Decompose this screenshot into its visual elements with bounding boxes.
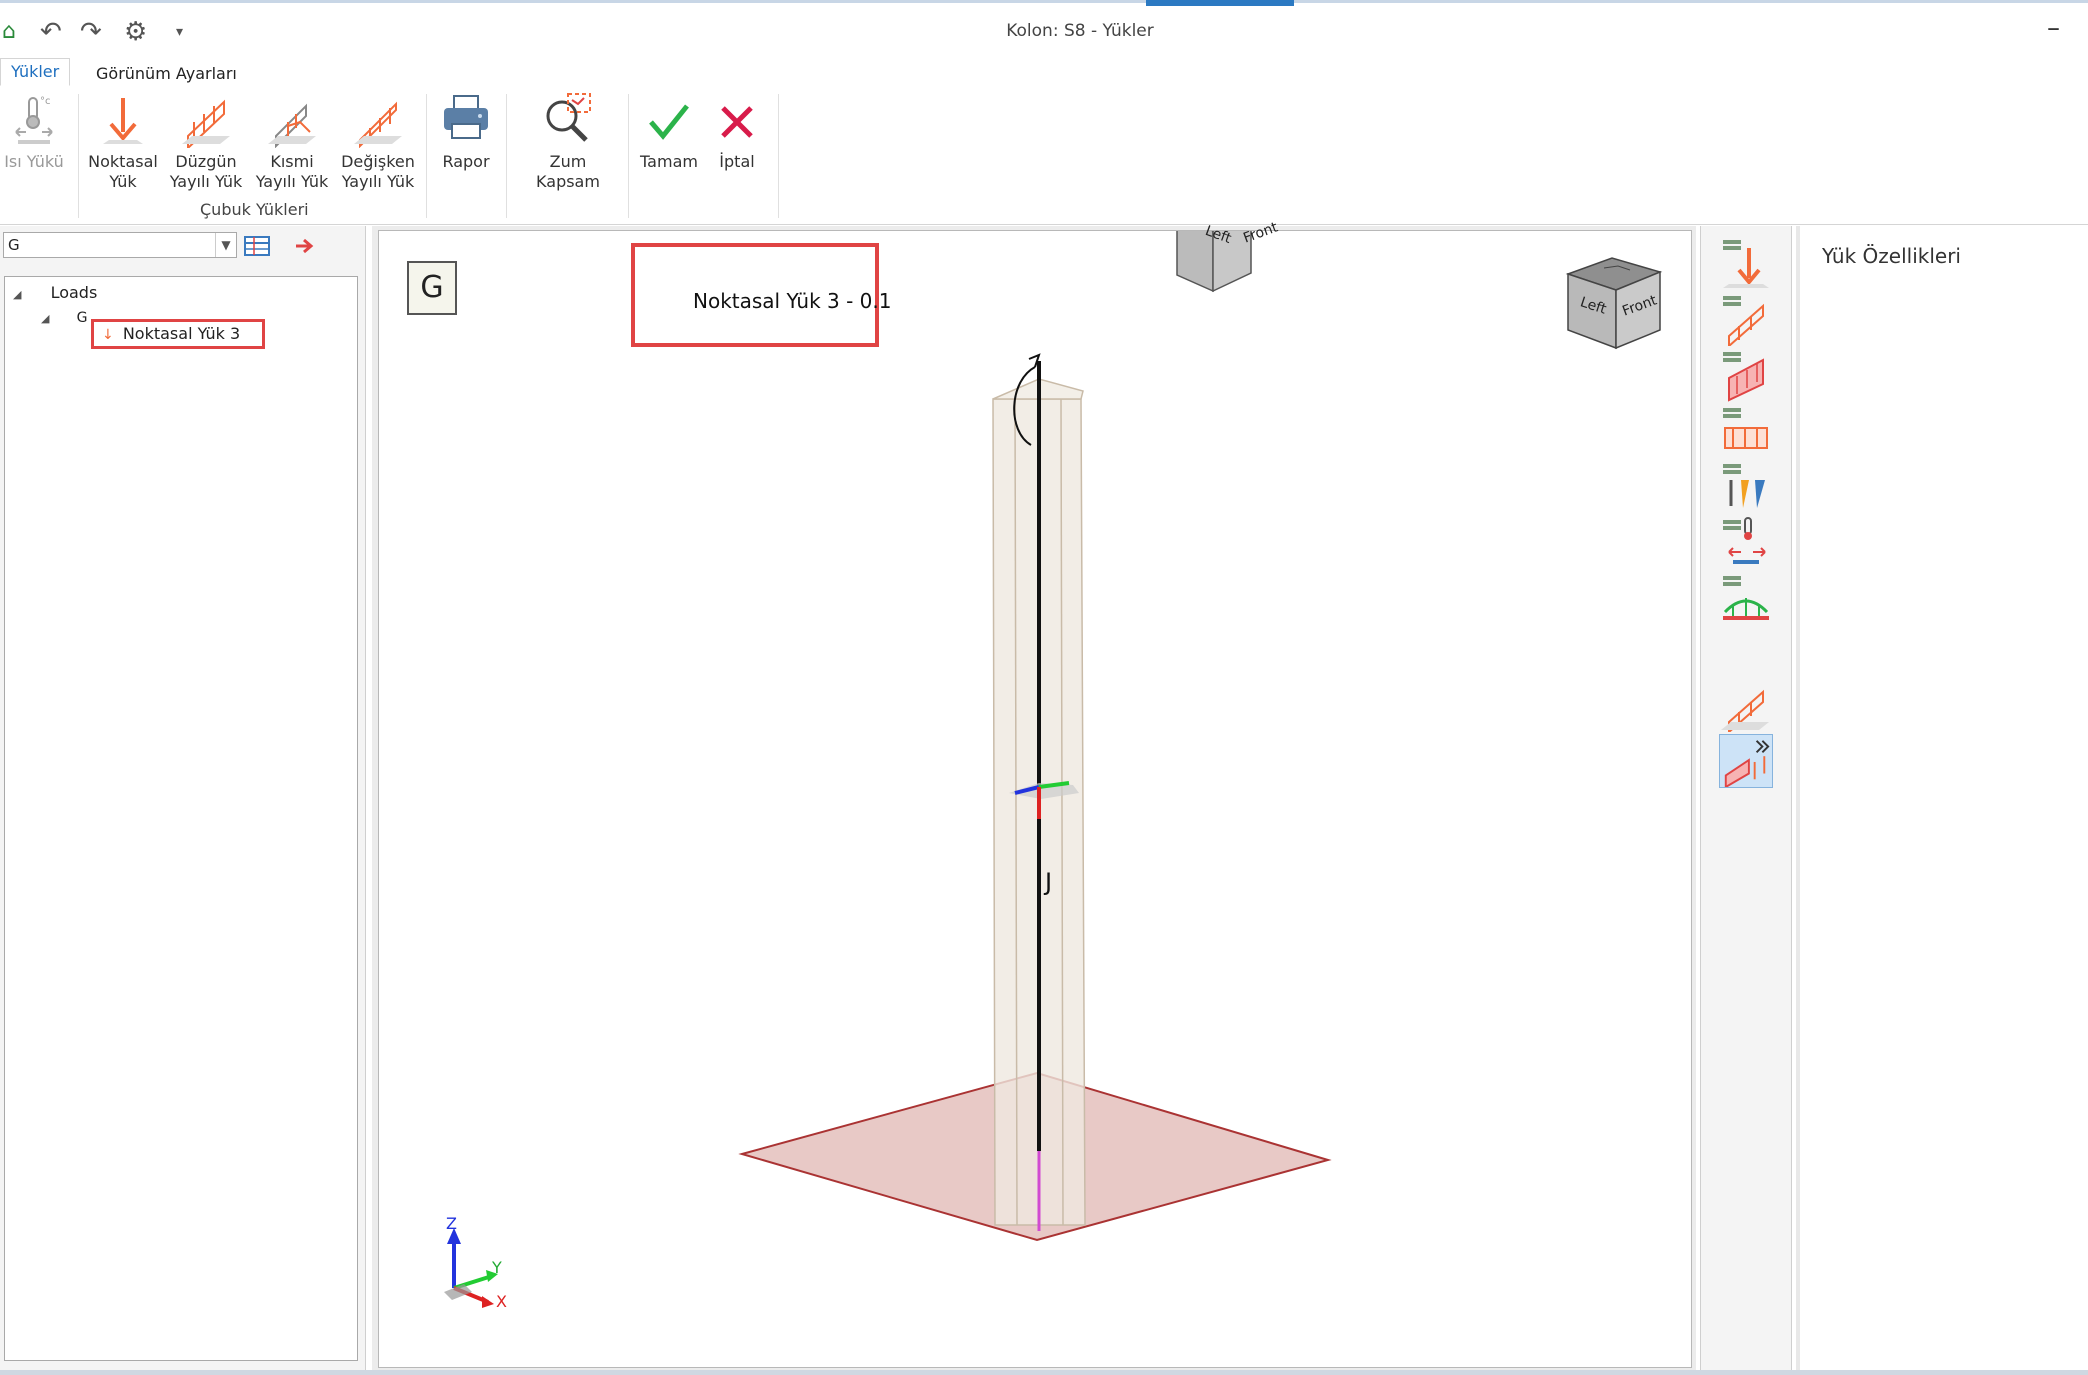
model-drawing (631, 231, 1332, 1242)
tree-node-group-g[interactable]: ◢ G (41, 307, 87, 326)
zoom-extents-label: Zum Kapsam (536, 152, 600, 191)
arrow-right-icon[interactable] (294, 236, 318, 256)
variable-load-button[interactable]: Değişken Yayılı Yük (340, 92, 416, 192)
partial-load-button[interactable]: Kısmi Yayılı Yük (254, 92, 330, 192)
uniform-load-tool-icon[interactable] (1719, 292, 1773, 346)
uniform-load-label-1: Düzgün (175, 152, 237, 171)
point-load-small-icon: ↓ (102, 327, 114, 343)
tree-expand-icon[interactable]: ◢ (41, 312, 49, 325)
partial-load-label-1: Kısmi (270, 152, 314, 171)
view-cube-faces[interactable]: Left Front (1203, 219, 1367, 331)
point-load-label-1: Noktasal (88, 152, 158, 171)
variable-distributed-load-icon (354, 101, 402, 148)
printer-icon (444, 95, 488, 139)
chevron-down-icon[interactable]: ▼ (215, 233, 236, 257)
thermometer-icon: °c (15, 96, 53, 144)
ribbon: °c Isı Yükü Noktasal Yük Düzgün Yayılı Y… (0, 88, 2088, 225)
ribbon-separator (628, 94, 629, 218)
frame-load-tool-icon[interactable] (1719, 404, 1773, 458)
3d-viewport[interactable]: G Noktasal Yük 3 - 0.1 J Left Front (378, 219, 1692, 1368)
heat-load-label: Isı Yükü (4, 152, 64, 171)
tab-view-settings[interactable]: Görünüm Ayarları (88, 62, 245, 85)
point-load-label-2: Yük (109, 172, 137, 191)
status-strip (0, 1370, 2088, 1375)
ribbon-separator (426, 94, 427, 218)
moving-load-tool-icon[interactable] (1719, 572, 1773, 626)
tree-node-group-label: G (76, 310, 88, 326)
checkmark-icon (649, 104, 689, 140)
ribbon-separator (506, 94, 507, 218)
svg-text:°c: °c (40, 96, 51, 107)
uniform-load-label-2: Yayılı Yük (169, 172, 243, 191)
uniform-load-button[interactable]: Düzgün Yayılı Yük (168, 92, 244, 192)
load-label: Noktasal Yük 3 - 0.1 (693, 289, 892, 313)
soil-pressure-tool-icon[interactable] (1719, 460, 1773, 514)
bar-loads-group-label: Çubuk Yükleri (200, 200, 309, 219)
temperature-load-tool-icon[interactable] (1719, 516, 1773, 570)
ribbon-tabs: Yükler Görünüm Ayarları (0, 58, 2088, 89)
area-load-tool-icon[interactable] (1719, 348, 1773, 402)
title-accent-bar (1146, 0, 1294, 6)
close-x-icon (721, 106, 753, 138)
point-load-tool-icon[interactable] (1719, 236, 1773, 290)
variable-load-label-1: Değişken (341, 152, 415, 171)
axis-x-label: X (496, 1292, 507, 1311)
heat-load-button[interactable]: °c Isı Yükü (4, 92, 64, 172)
minimize-button[interactable]: – (2047, 13, 2060, 43)
tree-node-loads[interactable]: ◢ Loads (13, 283, 97, 302)
tree-expand-icon[interactable]: ◢ (13, 288, 21, 301)
partial-load-label-2: Yayılı Yük (255, 172, 329, 191)
load-case-combo-value: G (8, 236, 20, 254)
partial-distributed-load-icon (268, 103, 316, 148)
ok-button[interactable]: Tamam (638, 92, 700, 172)
title-bar: ⌂ ↶ ↷ ⚙ ▾ Kolon: S8 - Yükler – (0, 0, 2088, 58)
joint-label: J (1045, 868, 1053, 896)
zoom-extents-button[interactable]: Zum Kapsam (516, 92, 620, 192)
point-load-arrow-icon (103, 98, 143, 144)
cancel-label: İptal (719, 152, 755, 171)
distributed-load-tool-icon[interactable] (1719, 678, 1773, 732)
load-case-combo[interactable]: G ▼ (3, 232, 237, 258)
ok-label: Tamam (640, 152, 698, 171)
tree-node-loads-label: Loads (50, 283, 98, 302)
load-tree: ◢ Loads ◢ G ↓ Noktasal Yük 3 (4, 276, 358, 1361)
zoom-magnifier-icon (546, 93, 591, 142)
ribbon-separator (778, 94, 779, 218)
axis-y-label: Y (492, 1258, 502, 1277)
load-table-icon[interactable] (242, 234, 272, 258)
load-properties-panel: Yük Özellikleri (1796, 226, 2088, 1372)
variable-load-label-2: Yayılı Yük (341, 172, 415, 191)
ribbon-separator (78, 94, 79, 218)
uniform-distributed-load-icon (182, 99, 230, 148)
tree-node-point-load-label: Noktasal Yük 3 (122, 324, 241, 343)
load-tree-panel: G ▼ ◢ Loads ◢ G ↓ Noktasal Yük 3 (0, 226, 366, 1375)
report-label: Rapor (442, 152, 490, 171)
window-title: Kolon: S8 - Yükler (1006, 21, 1154, 41)
axis-z-label: Z (446, 1214, 457, 1233)
report-button[interactable]: Rapor (436, 92, 496, 172)
cancel-button[interactable]: İptal (706, 92, 768, 172)
load-properties-title: Yük Özellikleri (1822, 244, 1961, 268)
tab-loads[interactable]: Yükler (0, 58, 71, 86)
tree-node-point-load-3[interactable]: ↓ Noktasal Yük 3 (91, 319, 265, 349)
load-to-frame-tool-icon[interactable] (1719, 734, 1773, 788)
point-load-button[interactable]: Noktasal Yük (88, 92, 158, 192)
load-type-toolbar (1700, 226, 1792, 1372)
